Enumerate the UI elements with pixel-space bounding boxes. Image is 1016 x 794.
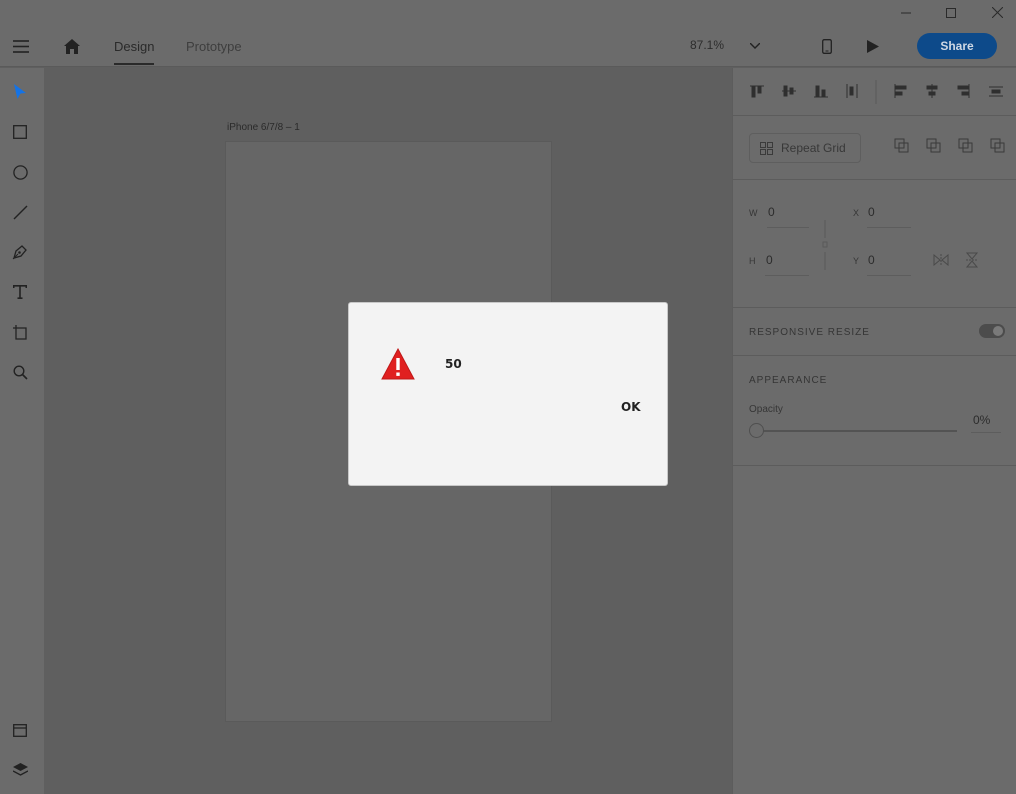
width-field[interactable]: 0 — [768, 205, 775, 219]
close-icon — [991, 7, 1003, 18]
boolean-intersect-icon — [958, 138, 973, 153]
artboard-tool-icon — [12, 324, 27, 340]
zoom-tool-icon — [12, 364, 28, 380]
align-icons — [750, 80, 1003, 104]
transform-section: W 0 H 0 X 0 Y 0 — [733, 180, 1016, 308]
width-underline — [767, 227, 809, 228]
y-label: Y — [853, 256, 860, 266]
repeat-grid-button[interactable]: Repeat Grid — [749, 133, 861, 163]
boolean-exclude-icon — [990, 138, 1005, 153]
boolean-subtract-icon — [926, 138, 941, 153]
height-label: H — [749, 256, 756, 266]
x-field[interactable]: 0 — [868, 205, 875, 219]
appearance-label: APPEARANCE — [749, 375, 828, 386]
width-label: W — [749, 208, 758, 218]
rectangle-tool[interactable] — [10, 122, 30, 142]
align-bottom-icon — [814, 85, 828, 98]
opacity-slider-track[interactable] — [763, 430, 957, 432]
layers-button[interactable] — [10, 760, 30, 780]
minimize-icon — [901, 12, 911, 13]
tab-design[interactable]: Design — [114, 39, 154, 54]
repeat-grid-label: Repeat Grid — [781, 141, 846, 155]
responsive-resize-section: RESPONSIVE RESIZE — [733, 308, 1016, 356]
align-top-icon — [750, 85, 764, 98]
x-label: X — [853, 208, 860, 218]
line-tool[interactable] — [10, 202, 30, 222]
opacity-underline — [971, 432, 1001, 433]
responsive-resize-toggle[interactable] — [979, 324, 1005, 338]
align-left-icon — [894, 84, 907, 98]
maximize-icon — [946, 7, 956, 18]
warning-icon — [381, 348, 415, 380]
opacity-label: Opacity — [749, 404, 783, 415]
zoom-dropdown[interactable] — [747, 39, 763, 53]
distribute-horizontal-icon — [846, 84, 858, 98]
boolean-add-icon — [894, 138, 909, 153]
play-icon — [867, 39, 879, 53]
mobile-preview-icon — [822, 38, 832, 54]
x-underline — [867, 227, 911, 228]
ok-button[interactable]: OK — [621, 400, 641, 414]
y-underline — [867, 275, 911, 276]
menu-icon — [13, 39, 29, 53]
tool-bar — [0, 68, 44, 794]
assets-icon — [13, 723, 27, 737]
maximize-button[interactable] — [928, 0, 974, 25]
mobile-preview-button[interactable] — [818, 36, 836, 56]
artboard-name[interactable]: iPhone 6/7/8 – 1 — [227, 122, 300, 133]
flip-vertical-icon[interactable] — [966, 252, 978, 268]
menu-button[interactable] — [10, 36, 32, 56]
align-section — [733, 68, 1016, 116]
responsive-resize-label: RESPONSIVE RESIZE — [749, 327, 870, 338]
flip-horizontal-icon[interactable] — [933, 254, 949, 266]
property-inspector: Repeat Grid W 0 H 0 X 0 Y 0 RESPONSIVE R… — [732, 68, 1016, 794]
layers-icon — [12, 763, 28, 776]
desktop-preview-button[interactable] — [864, 36, 882, 56]
repeat-grid-icon — [760, 141, 773, 155]
pen-tool-icon — [12, 245, 27, 260]
text-tool[interactable] — [10, 282, 30, 302]
minimize-button[interactable] — [883, 0, 929, 25]
line-tool-icon — [13, 205, 27, 219]
align-right-icon — [957, 84, 970, 98]
pen-tool[interactable] — [10, 242, 30, 262]
opacity-value-field[interactable]: 0% — [973, 413, 990, 427]
close-window-button[interactable] — [974, 0, 1016, 25]
ellipse-tool[interactable] — [10, 162, 30, 182]
home-button[interactable] — [61, 36, 83, 56]
tab-prototype[interactable]: Prototype — [186, 39, 242, 54]
y-field[interactable]: 0 — [868, 253, 875, 267]
distribute-vertical-icon — [989, 86, 1003, 97]
share-button[interactable]: Share — [917, 33, 997, 59]
align-center-icon — [926, 84, 938, 98]
active-tab-indicator — [114, 63, 154, 65]
height-field[interactable]: 0 — [766, 253, 773, 267]
artboard-tool[interactable] — [10, 322, 30, 342]
home-icon — [64, 38, 80, 54]
boolean-ops-icons — [894, 138, 1005, 153]
select-tool-icon — [14, 84, 26, 99]
select-tool[interactable] — [10, 82, 30, 102]
chevron-down-icon — [750, 43, 760, 49]
lock-aspect-icon[interactable] — [821, 220, 829, 272]
app-bar: Design Prototype 87.1% Share — [0, 25, 1016, 67]
text-tool-icon — [13, 285, 27, 299]
ellipse-tool-icon — [12, 164, 28, 180]
title-bar — [0, 0, 1016, 25]
alert-dialog: 50 OK — [348, 302, 668, 486]
height-underline — [765, 275, 809, 276]
zoom-level[interactable]: 87.1% — [690, 38, 724, 52]
appearance-section: APPEARANCE Opacity 0% — [733, 356, 1016, 466]
repeat-grid-section: Repeat Grid — [733, 116, 1016, 180]
rectangle-tool-icon — [13, 125, 27, 139]
opacity-slider-knob[interactable] — [749, 423, 764, 438]
alert-message: 50 — [445, 357, 462, 371]
align-middle-icon — [782, 85, 796, 97]
zoom-tool[interactable] — [10, 362, 30, 382]
assets-button[interactable] — [10, 720, 30, 740]
